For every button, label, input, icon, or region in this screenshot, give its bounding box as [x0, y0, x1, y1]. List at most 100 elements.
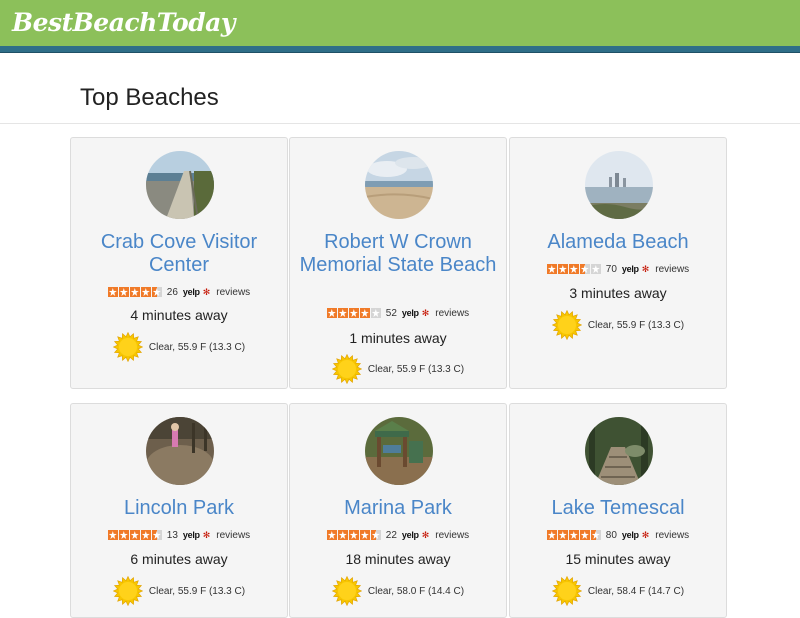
- review-count: 13: [166, 529, 178, 541]
- star-icon: [546, 264, 557, 274]
- distance-text: 15 minutes away: [565, 551, 671, 567]
- star-icon: [326, 308, 337, 318]
- weather-row: Clear, 58.4 F (14.7 C): [510, 575, 726, 607]
- star-icon: [140, 530, 151, 540]
- yelp-logo[interactable]: yelp: [622, 530, 639, 540]
- review-count: 80: [605, 529, 617, 541]
- navbar: BestBeachToday: [0, 0, 800, 46]
- star-icon: [370, 530, 381, 540]
- reviews-label[interactable]: reviews: [655, 264, 689, 275]
- yelp-logo[interactable]: yelp: [402, 530, 419, 540]
- page-title: Top Beaches: [80, 84, 219, 111]
- beach-photo[interactable]: [585, 417, 653, 485]
- yelp-burst-icon: ✻: [421, 307, 430, 318]
- weather-row: Clear, 55.9 F (13.3 C): [71, 575, 287, 607]
- star-icon: [579, 264, 590, 274]
- beach-name-link[interactable]: Lincoln Park: [77, 497, 281, 520]
- beach-name-link[interactable]: Crab Cove Visitor Center: [77, 231, 281, 276]
- star-icon: [359, 308, 370, 318]
- weather-text: Clear, 55.9 F (13.3 C): [148, 341, 246, 353]
- star-icon: [370, 308, 381, 318]
- yelp-logo[interactable]: yelp: [183, 530, 200, 540]
- review-count: 52: [385, 307, 397, 319]
- star-icon: [348, 530, 359, 540]
- beach-card: Lincoln Park 13 yelp ✻ reviews 6 minutes …: [70, 403, 288, 618]
- rating-row: 52 yelp ✻ reviews: [290, 306, 506, 320]
- review-count: 26: [166, 286, 178, 298]
- rating-row: 70 yelp ✻ reviews: [510, 262, 726, 276]
- distance-text: 1 minutes away: [349, 330, 447, 346]
- weather-text: Clear, 58.4 F (14.7 C): [587, 585, 685, 597]
- weather-row: Clear, 58.0 F (14.4 C): [290, 575, 506, 607]
- beach-card: Alameda Beach 70 yelp ✻ reviews 3 minutes…: [509, 137, 727, 389]
- brand-logo[interactable]: BestBeachToday: [12, 8, 235, 38]
- distance-text: 3 minutes away: [569, 285, 667, 301]
- star-rating: [107, 530, 162, 540]
- review-count: 22: [385, 529, 397, 541]
- sun-icon: [112, 575, 144, 607]
- beach-photo[interactable]: [365, 151, 433, 219]
- star-icon: [107, 287, 118, 297]
- reviews-label[interactable]: reviews: [216, 287, 250, 298]
- star-icon: [579, 530, 590, 540]
- beach-card: Crab Cove Visitor Center 26 yelp ✻ review…: [70, 137, 288, 389]
- star-rating: [107, 287, 162, 297]
- reviews-label[interactable]: reviews: [435, 308, 469, 319]
- beach-photo[interactable]: [146, 417, 214, 485]
- reviews-label[interactable]: reviews: [216, 530, 250, 541]
- star-icon: [557, 530, 568, 540]
- beach-photo[interactable]: [365, 417, 433, 485]
- star-icon: [107, 530, 118, 540]
- reviews-label[interactable]: reviews: [435, 530, 469, 541]
- beach-card: Robert W Crown Memorial State Beach 52 y…: [289, 137, 507, 389]
- weather-row: Clear, 55.9 F (13.3 C): [71, 331, 287, 363]
- star-icon: [151, 530, 162, 540]
- star-rating: [326, 530, 381, 540]
- star-icon: [129, 287, 140, 297]
- yelp-logo[interactable]: yelp: [402, 308, 419, 318]
- distance-text: 18 minutes away: [345, 551, 451, 567]
- sun-icon: [551, 309, 583, 341]
- yelp-logo[interactable]: yelp: [622, 264, 639, 274]
- star-icon: [348, 308, 359, 318]
- beach-name-link[interactable]: Robert W Crown Memorial State Beach: [296, 231, 500, 276]
- beach-photo[interactable]: [585, 151, 653, 219]
- yelp-burst-icon: ✻: [641, 263, 650, 274]
- weather-text: Clear, 58.0 F (14.4 C): [367, 585, 465, 597]
- review-count: 70: [605, 263, 617, 275]
- navbar-stripe: [0, 46, 800, 53]
- sun-icon: [331, 353, 363, 385]
- distance-text: 6 minutes away: [130, 551, 228, 567]
- star-icon: [151, 287, 162, 297]
- rating-row: 80 yelp ✻ reviews: [510, 528, 726, 542]
- star-icon: [140, 287, 151, 297]
- star-icon: [118, 287, 129, 297]
- weather-text: Clear, 55.9 F (13.3 C): [587, 319, 685, 331]
- star-rating: [326, 308, 381, 318]
- star-icon: [590, 264, 601, 274]
- beach-name-link[interactable]: Lake Temescal: [516, 497, 720, 520]
- beach-name-link[interactable]: Marina Park: [296, 497, 500, 520]
- weather-row: Clear, 55.9 F (13.3 C): [290, 353, 506, 385]
- yelp-burst-icon: ✻: [641, 529, 650, 540]
- star-rating: [546, 264, 601, 274]
- rating-row: 26 yelp ✻ reviews: [71, 285, 287, 299]
- beach-card: Lake Temescal 80 yelp ✻ reviews 15 minute…: [509, 403, 727, 618]
- weather-text: Clear, 55.9 F (13.3 C): [367, 363, 465, 375]
- weather-row: Clear, 55.9 F (13.3 C): [510, 309, 726, 341]
- star-icon: [337, 530, 348, 540]
- yelp-burst-icon: ✻: [202, 286, 211, 297]
- weather-text: Clear, 55.9 F (13.3 C): [148, 585, 246, 597]
- star-icon: [557, 264, 568, 274]
- rating-row: 13 yelp ✻ reviews: [71, 528, 287, 542]
- yelp-burst-icon: ✻: [421, 529, 430, 540]
- beach-photo[interactable]: [146, 151, 214, 219]
- beach-name-link[interactable]: Alameda Beach: [516, 231, 720, 254]
- star-icon: [326, 530, 337, 540]
- yelp-burst-icon: ✻: [202, 529, 211, 540]
- star-icon: [337, 308, 348, 318]
- star-icon: [546, 530, 557, 540]
- reviews-label[interactable]: reviews: [655, 530, 689, 541]
- sun-icon: [551, 575, 583, 607]
- yelp-logo[interactable]: yelp: [183, 287, 200, 297]
